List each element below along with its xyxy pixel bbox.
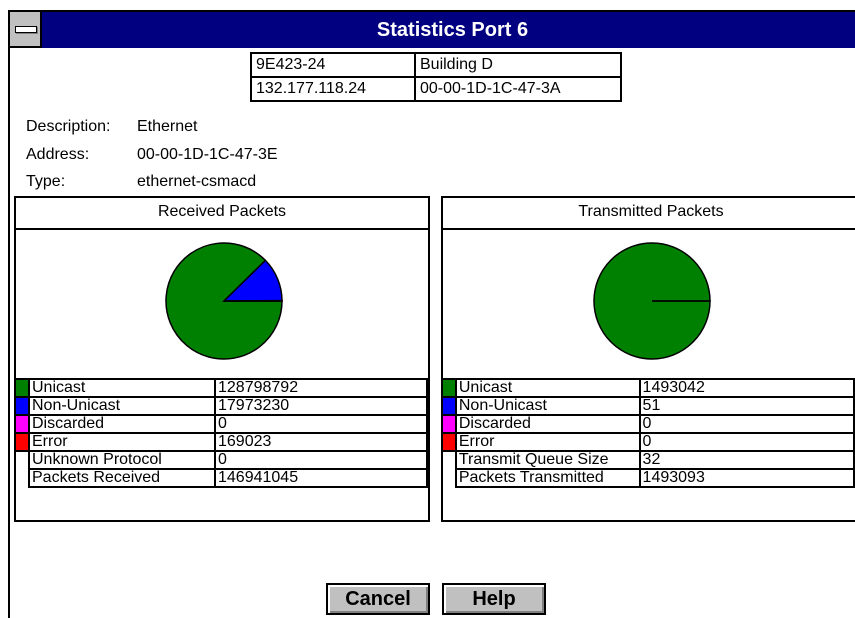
stat-value: 32: [638, 450, 855, 470]
stat-label: Error: [454, 432, 641, 452]
received-panel-title: Received Packets: [16, 198, 428, 230]
stat-row: Discarded 0: [14, 414, 428, 434]
stat-value: 17973230: [214, 396, 428, 416]
stat-row: Non-Unicast 17973230: [14, 396, 428, 416]
window-title: Statistics Port 6: [376, 19, 529, 41]
title-bar[interactable]: Statistics Port 6: [8, 10, 855, 48]
legend-swatch: [14, 432, 30, 452]
description-label: Description:: [26, 118, 111, 135]
stat-row: Packets Transmitted 1493093: [442, 468, 855, 488]
stat-label: Non-Unicast: [454, 396, 641, 416]
stat-value: 0: [214, 450, 428, 470]
system-menu-icon: [15, 26, 37, 33]
device-location: Building D: [414, 52, 622, 78]
address-label: Address:: [26, 146, 90, 163]
legend-blank: [15, 469, 30, 487]
stat-row: Unicast 1493042: [441, 378, 855, 398]
stat-row: Error 169023: [14, 432, 428, 452]
id-row: 9E423-24 Building D: [250, 52, 622, 78]
stat-label: Unicast: [454, 378, 641, 398]
stat-value: 0: [638, 414, 855, 434]
stat-value: 0: [638, 432, 855, 452]
address-value: 00-00-1D-1C-47-3E: [137, 146, 278, 163]
type-line: Type: ethernet-csmacd: [26, 173, 256, 191]
stat-row: Error 0: [441, 432, 855, 452]
stat-value: 0: [214, 414, 428, 434]
device-name: 9E423-24: [250, 52, 416, 78]
help-button[interactable]: Help: [442, 583, 546, 615]
cancel-button[interactable]: Cancel: [326, 583, 430, 615]
stat-value: 1493042: [638, 378, 855, 398]
stat-row: Unknown Protocol 0: [15, 450, 428, 470]
legend-swatch: [14, 396, 30, 416]
stat-value: 51: [638, 396, 855, 416]
stat-row: Packets Received 146941045: [15, 468, 428, 488]
address-line: Address: 00-00-1D-1C-47-3E: [26, 146, 278, 164]
stat-row: Transmit Queue Size 32: [442, 450, 855, 470]
legend-swatch: [441, 414, 457, 434]
stat-label: Packets Received: [28, 468, 216, 488]
legend-swatch: [441, 378, 457, 398]
stat-value: 169023: [214, 432, 428, 452]
device-mac: 00-00-1D-1C-47-3A: [414, 76, 622, 102]
id-row: 132.177.118.24 00-00-1D-1C-47-3A: [250, 76, 622, 102]
legend-swatch: [14, 378, 30, 398]
transmitted-panel-title: Transmitted Packets: [443, 198, 855, 230]
transmitted-stats-table: Unicast 1493042 Non-Unicast 51 Discarded 0 Err…: [441, 378, 855, 488]
legend-swatch: [441, 396, 457, 416]
legend-blank: [15, 451, 30, 469]
stat-value: 1493093: [638, 468, 855, 488]
legend-blank: [442, 451, 457, 469]
description-line: Description: Ethernet: [26, 118, 197, 136]
stat-row: Unicast 128798792: [14, 378, 428, 398]
device-id-table: 9E423-24 Building D 132.177.118.24 00-00…: [250, 52, 622, 102]
received-pie-chart: [165, 242, 283, 360]
type-value: ethernet-csmacd: [137, 173, 257, 190]
stat-row: Discarded 0: [441, 414, 855, 434]
system-menu-button[interactable]: [8, 10, 42, 48]
stat-label: Packets Transmitted: [454, 468, 641, 488]
statistics-window: Statistics Port 6 9E423-24 Building D 13…: [0, 0, 855, 618]
stat-label: Discarded: [28, 414, 216, 434]
stat-label: Transmit Queue Size: [454, 450, 641, 470]
stat-value: 146941045: [214, 468, 428, 488]
legend-swatch: [14, 414, 30, 434]
legend-blank: [442, 469, 457, 487]
transmitted-pie-chart: [593, 242, 711, 360]
type-label: Type:: [26, 173, 66, 190]
stat-label: Discarded: [454, 414, 641, 434]
stat-value: 128798792: [214, 378, 428, 398]
device-ip: 132.177.118.24: [250, 76, 416, 102]
description-value: Ethernet: [137, 118, 198, 135]
stat-label: Error: [28, 432, 216, 452]
received-stats-table: Unicast 128798792 Non-Unicast 17973230 Disca…: [14, 378, 428, 488]
stat-label: Unicast: [28, 378, 216, 398]
stat-label: Non-Unicast: [28, 396, 216, 416]
stat-row: Non-Unicast 51: [441, 396, 855, 416]
legend-swatch: [441, 432, 457, 452]
window-left-border: [8, 48, 10, 618]
stat-label: Unknown Protocol: [28, 450, 216, 470]
